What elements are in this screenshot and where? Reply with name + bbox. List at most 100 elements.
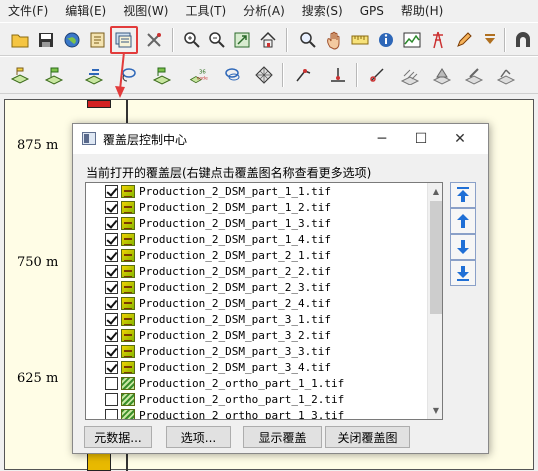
layer-name[interactable]: Production_2_DSM_part_2_3.tif xyxy=(139,280,331,296)
layer-row[interactable]: Production_2_DSM_part_2_2.tif xyxy=(86,264,426,280)
layer-arrow-icon[interactable] xyxy=(150,63,174,87)
dropdown-icon[interactable] xyxy=(478,28,502,52)
tunnel-icon[interactable] xyxy=(511,28,535,52)
code-36-icon[interactable]: 36 code xyxy=(184,63,214,87)
layer-visibility-checkbox[interactable] xyxy=(105,377,118,390)
metadata-button[interactable]: 元数据... xyxy=(84,426,152,448)
layer-visibility-checkbox[interactable] xyxy=(105,297,118,310)
options-button[interactable]: 选项... xyxy=(166,426,231,448)
layer-name[interactable]: Production_2_DSM_part_3_3.tif xyxy=(139,344,331,360)
globe-icon[interactable] xyxy=(60,28,84,52)
layer-row[interactable]: Production_2_DSM_part_3_4.tif xyxy=(86,360,426,376)
menu-view[interactable]: 视图(W) xyxy=(115,0,177,22)
scroll-down-icon[interactable]: ▼ xyxy=(428,402,442,419)
menu-search[interactable]: 搜索(S) xyxy=(294,0,352,22)
layer-name[interactable]: Production_2_ortho_part_1_3.tif xyxy=(139,408,344,419)
layer-visibility-checkbox[interactable] xyxy=(105,409,118,419)
menu-edit[interactable]: 编辑(E) xyxy=(57,0,115,22)
zoom-to-layer-icon[interactable] xyxy=(230,28,254,52)
save-icon[interactable] xyxy=(34,28,58,52)
folder-open-icon[interactable] xyxy=(8,28,32,52)
layer-visibility-checkbox[interactable] xyxy=(105,329,118,342)
layer-row[interactable]: Production_2_DSM_part_1_2.tif xyxy=(86,200,426,216)
layer-row[interactable]: Production_2_DSM_part_1_3.tif xyxy=(86,216,426,232)
layer-flag-icon[interactable] xyxy=(42,63,66,87)
magnify-icon[interactable] xyxy=(296,28,320,52)
layer-visibility-checkbox[interactable] xyxy=(105,249,118,262)
layer-row[interactable]: Production_2_DSM_part_3_2.tif xyxy=(86,328,426,344)
layer-name[interactable]: Production_2_ortho_part_1_2.tif xyxy=(139,392,344,408)
hatch-icon[interactable] xyxy=(398,63,422,87)
close-icon[interactable]: ✕ xyxy=(445,128,475,150)
info-icon[interactable] xyxy=(374,28,398,52)
layer-name[interactable]: Production_2_DSM_part_1_3.tif xyxy=(139,216,331,232)
profile-icon[interactable] xyxy=(400,28,424,52)
point-move-icon[interactable] xyxy=(292,63,316,87)
dialog-titlebar[interactable]: 覆盖层控制中心 ─ ☐ ✕ xyxy=(73,124,488,154)
grid-icon[interactable] xyxy=(252,63,276,87)
layer-name[interactable]: Production_2_DSM_part_3_1.tif xyxy=(139,312,331,328)
show-overlay-button[interactable]: 显示覆盖 xyxy=(243,426,322,448)
menu-file[interactable]: 文件(F) xyxy=(0,0,57,22)
maximize-icon[interactable]: ☐ xyxy=(406,128,436,150)
map-catalog-icon[interactable] xyxy=(86,28,110,52)
layer-name[interactable]: Production_2_ortho_part_1_1.tif xyxy=(139,376,344,392)
layer-visibility-checkbox[interactable] xyxy=(105,185,118,198)
scroll-thumb[interactable] xyxy=(430,201,442,314)
layer-visibility-checkbox[interactable] xyxy=(105,393,118,406)
layer-row[interactable]: Production_2_ortho_part_1_1.tif xyxy=(86,376,426,392)
layer-visibility-checkbox[interactable] xyxy=(105,233,118,246)
overlay-control-center-icon[interactable] xyxy=(110,26,138,54)
layer-row[interactable]: Production_2_DSM_part_3_1.tif xyxy=(86,312,426,328)
cut-icon[interactable] xyxy=(366,63,390,87)
vertical-scrollbar[interactable]: ▲ ▼ xyxy=(427,183,442,419)
layer-row[interactable]: Production_2_DSM_part_3_3.tif xyxy=(86,344,426,360)
move-to-bottom-button[interactable] xyxy=(450,260,476,286)
pen-icon[interactable] xyxy=(462,63,486,87)
close-overlay-button[interactable]: 关闭覆盖图 xyxy=(325,426,410,448)
layer-row[interactable]: Production_2_ortho_part_1_2.tif xyxy=(86,392,426,408)
layer-name[interactable]: Production_2_DSM_part_1_2.tif xyxy=(139,200,331,216)
minimize-icon[interactable]: ─ xyxy=(367,128,397,150)
tools-icon[interactable] xyxy=(142,28,166,52)
pan-hand-icon[interactable] xyxy=(322,28,346,52)
zoom-out-icon[interactable] xyxy=(205,28,229,52)
layer-name[interactable]: Production_2_DSM_part_3_4.tif xyxy=(139,360,331,376)
draw-icon[interactable] xyxy=(452,28,476,52)
layer-visibility-checkbox[interactable] xyxy=(105,201,118,214)
layer-name[interactable]: Production_2_DSM_part_2_2.tif xyxy=(139,264,331,280)
measure-icon[interactable] xyxy=(348,28,372,52)
point-tool-icon[interactable] xyxy=(326,63,350,87)
layer-row[interactable]: Production_2_DSM_part_2_3.tif xyxy=(86,280,426,296)
menu-analysis[interactable]: 分析(A) xyxy=(235,0,294,22)
home-icon[interactable] xyxy=(256,28,280,52)
layer-visibility-checkbox[interactable] xyxy=(105,281,118,294)
layer-row[interactable]: Production_2_DSM_part_2_4.tif xyxy=(86,296,426,312)
area-icon[interactable] xyxy=(430,63,454,87)
layer-level-icon[interactable] xyxy=(82,63,106,87)
layer-name[interactable]: Production_2_DSM_part_2_1.tif xyxy=(139,248,331,264)
menu-gps[interactable]: GPS xyxy=(352,0,393,22)
move-up-button[interactable] xyxy=(450,208,476,234)
move-to-top-button[interactable] xyxy=(450,182,476,208)
layer-edit-icon[interactable] xyxy=(8,63,32,87)
zoom-in-icon[interactable] xyxy=(180,28,204,52)
overlay-list[interactable]: Production_2_ortho_part_1_3.tif Productio… xyxy=(85,182,443,420)
layer-name[interactable]: Production_2_DSM_part_3_2.tif xyxy=(139,328,331,344)
layer-visibility-checkbox[interactable] xyxy=(105,217,118,230)
layer-visibility-checkbox[interactable] xyxy=(105,265,118,278)
layer-visibility-checkbox[interactable] xyxy=(105,313,118,326)
layer-row[interactable]: Production_2_DSM_part_2_1.tif xyxy=(86,248,426,264)
scroll-up-icon[interactable]: ▲ xyxy=(428,183,442,200)
layer-name[interactable]: Production_2_DSM_part_2_4.tif xyxy=(139,296,331,312)
lasso-multi-icon[interactable] xyxy=(220,63,244,87)
layer-visibility-checkbox[interactable] xyxy=(105,345,118,358)
layer-name[interactable]: Production_2_DSM_part_1_1.tif xyxy=(139,184,331,200)
menu-tools[interactable]: 工具(T) xyxy=(177,0,235,22)
tower-icon[interactable] xyxy=(426,28,450,52)
move-down-button[interactable] xyxy=(450,234,476,260)
layer-name[interactable]: Production_2_DSM_part_1_4.tif xyxy=(139,232,331,248)
roads-icon[interactable] xyxy=(494,63,518,87)
menu-help[interactable]: 帮助(H) xyxy=(393,0,452,22)
layer-visibility-checkbox[interactable] xyxy=(105,361,118,374)
